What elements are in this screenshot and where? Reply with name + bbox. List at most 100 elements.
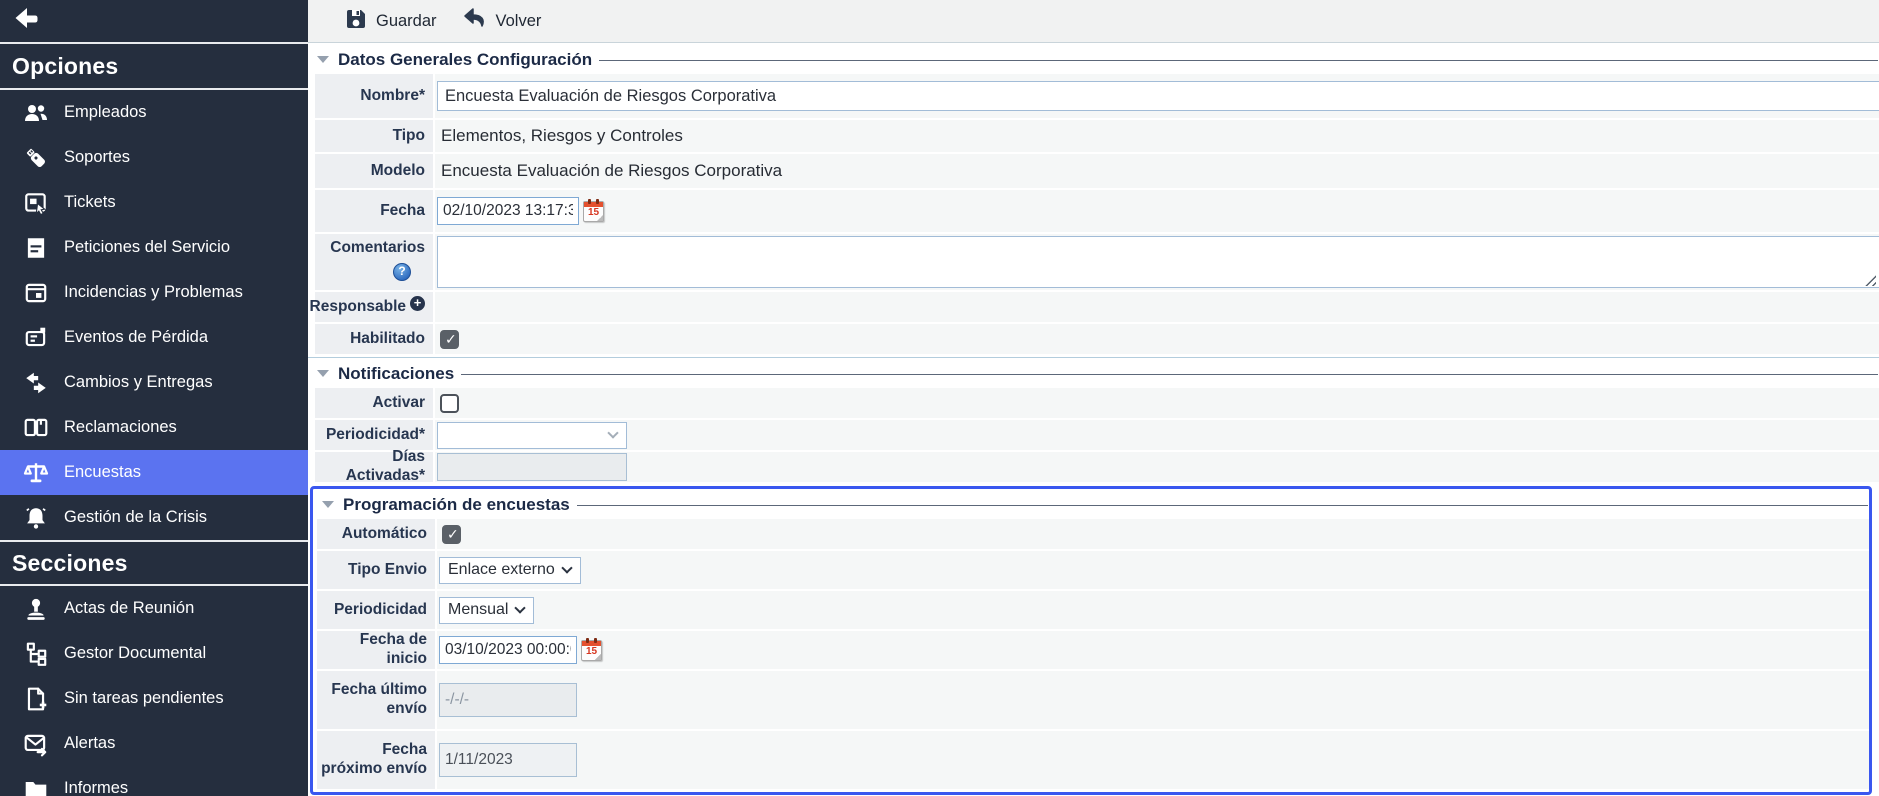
back-button-label: Volver xyxy=(496,12,542,31)
row-activar: Activar xyxy=(308,388,1879,418)
fecha-label: Fecha xyxy=(315,190,433,232)
responsable-label: Responsable xyxy=(310,298,406,317)
row-modelo: Modelo Encuesta Evaluación de Riesgos Co… xyxy=(308,154,1879,188)
sidebar-item-actas-de-reunion[interactable]: Actas de Reunión xyxy=(0,586,308,631)
help-icon[interactable] xyxy=(393,263,411,281)
sidebar-item-peticiones-del-servicio[interactable]: Peticiones del Servicio xyxy=(0,225,308,270)
row-fecha-ultimo: Fecha último envío xyxy=(313,671,1869,729)
automatico-label: Automático xyxy=(317,519,435,549)
file-plus-icon xyxy=(22,685,49,712)
back-button[interactable]: Volver xyxy=(463,8,542,35)
nombre-label: Nombre* xyxy=(315,74,433,118)
sidebar-section-title-opciones: Opciones xyxy=(0,44,308,90)
sidebar-item-label: Empleados xyxy=(64,103,147,122)
mail-forward-icon xyxy=(22,730,49,757)
row-tipo-envio: Tipo Envio Enlace externo xyxy=(313,551,1869,589)
sidebar-item-gestion-de-la-crisis[interactable]: Gestión de la Crisis xyxy=(0,495,308,540)
sitemap-icon xyxy=(22,640,49,667)
main-area: Guardar Volver Datos Generales Configura… xyxy=(308,0,1879,796)
tipo-envio-select[interactable]: Enlace externo xyxy=(439,557,581,584)
calendar-picker-icon[interactable]: 15 xyxy=(581,640,602,661)
sidebar-item-label: Actas de Reunión xyxy=(64,599,194,618)
sidebar-item-label: Informes xyxy=(64,779,128,796)
fecha-inicio-label: Fecha de inicio xyxy=(317,631,435,669)
sidebar-item-label: Soportes xyxy=(64,148,130,167)
add-responsable-icon[interactable] xyxy=(410,296,425,311)
chevron-down-icon xyxy=(515,602,526,613)
nombre-input[interactable] xyxy=(437,81,1879,111)
row-fecha: Fecha 15 xyxy=(308,190,1879,232)
sidebar-item-incidencias-y-problemas[interactable]: Incidencias y Problemas xyxy=(0,270,308,315)
sidebar-item-label: Reclamaciones xyxy=(64,418,177,437)
sidebar-item-label: Incidencias y Problemas xyxy=(64,283,243,302)
sidebar-item-label: Tickets xyxy=(64,193,116,212)
comentarios-label-cell: Comentarios xyxy=(315,234,433,290)
sidebar-back-button[interactable] xyxy=(0,0,308,44)
sidebar: Opciones Empleados Soportes Tickets Peticion… xyxy=(0,0,308,796)
sidebar-item-soportes[interactable]: Soportes xyxy=(0,135,308,180)
section-rule xyxy=(577,505,1868,506)
sidebar-item-empleados[interactable]: Empleados xyxy=(0,90,308,135)
section-rule xyxy=(599,60,1878,61)
sidebar-item-label: Encuestas xyxy=(64,463,141,482)
sidebar-item-reclamaciones[interactable]: Reclamaciones xyxy=(0,405,308,450)
habilitado-label: Habilitado xyxy=(315,324,433,354)
periodicidad-prog-label: Periodicidad xyxy=(317,591,435,629)
row-automatico: Automático xyxy=(313,519,1869,549)
periodicidad-notif-select[interactable] xyxy=(437,422,627,449)
row-habilitado: Habilitado xyxy=(308,324,1879,354)
fecha-inicio-input[interactable] xyxy=(439,636,577,664)
section-title: Programación de encuestas xyxy=(343,495,570,515)
dias-activadas-label: Días Activadas* xyxy=(315,452,433,482)
habilitado-checkbox[interactable] xyxy=(440,330,459,349)
collapse-triangle-icon[interactable] xyxy=(322,501,334,508)
fecha-ultimo-input xyxy=(439,683,577,717)
save-icon xyxy=(345,8,367,35)
sidebar-item-alertas[interactable]: Alertas xyxy=(0,721,308,766)
document-icon xyxy=(22,234,49,261)
usb-icon xyxy=(22,144,49,171)
row-periodicidad-notif: Periodicidad* xyxy=(308,420,1879,450)
tipo-label: Tipo xyxy=(315,120,433,152)
automatico-checkbox[interactable] xyxy=(442,525,461,544)
fecha-proximo-input[interactable] xyxy=(439,743,577,777)
form-content: Datos Generales Configuración Nombre* Ti… xyxy=(308,43,1879,796)
swap-arrows-icon xyxy=(22,369,49,396)
people-icon xyxy=(22,99,49,126)
periodicidad-prog-select[interactable]: Mensual xyxy=(439,597,534,624)
save-button[interactable]: Guardar xyxy=(345,8,437,35)
ticket-calendar-icon xyxy=(22,189,49,216)
row-periodicidad-prog: Periodicidad Mensual xyxy=(313,591,1869,629)
save-button-label: Guardar xyxy=(376,12,437,31)
app-window: Opciones Empleados Soportes Tickets Peticion… xyxy=(0,0,1879,796)
chevron-down-icon xyxy=(607,427,618,438)
sidebar-item-tickets[interactable]: Tickets xyxy=(0,180,308,225)
sidebar-item-eventos-de-perdida[interactable]: Eventos de Pérdida xyxy=(0,315,308,360)
fecha-input[interactable] xyxy=(437,197,579,225)
sidebar-item-encuestas[interactable]: Encuestas xyxy=(0,450,308,495)
tipo-envio-value: Enlace externo xyxy=(448,561,555,579)
calendar-incident-icon xyxy=(22,279,49,306)
dias-activadas-input xyxy=(437,453,627,481)
fecha-ultimo-label: Fecha último envío xyxy=(317,671,435,729)
tipo-value: Elementos, Riesgos y Controles xyxy=(437,126,683,146)
sidebar-item-label: Gestión de la Crisis xyxy=(64,508,207,527)
collapse-triangle-icon[interactable] xyxy=(317,56,329,63)
sidebar-item-gestor-documental[interactable]: Gestor Documental xyxy=(0,631,308,676)
sidebar-item-sin-tareas-pendientes[interactable]: Sin tareas pendientes xyxy=(0,676,308,721)
periodicidad-notif-label: Periodicidad* xyxy=(315,420,433,450)
collapse-triangle-icon[interactable] xyxy=(317,370,329,377)
section-separator xyxy=(308,357,1879,358)
comentarios-textarea[interactable] xyxy=(437,236,1879,288)
sidebar-item-informes[interactable]: Informes xyxy=(0,766,308,796)
bell-icon xyxy=(22,504,49,531)
sidebar-item-label: Sin tareas pendientes xyxy=(64,689,224,708)
stamp-icon xyxy=(22,595,49,622)
sidebar-item-cambios-y-entregas[interactable]: Cambios y Entregas xyxy=(0,360,308,405)
calendar-picker-icon[interactable]: 15 xyxy=(583,201,604,222)
activar-checkbox[interactable] xyxy=(440,394,459,413)
sidebar-item-label: Cambios y Entregas xyxy=(64,373,213,392)
responsable-label-cell: Responsable xyxy=(315,292,433,322)
chevron-down-icon xyxy=(561,562,572,573)
section-title: Notificaciones xyxy=(338,364,454,384)
